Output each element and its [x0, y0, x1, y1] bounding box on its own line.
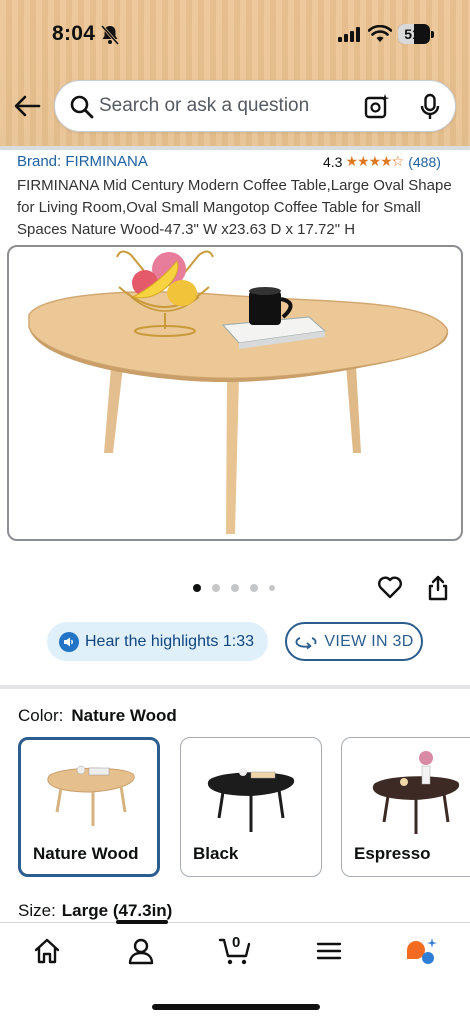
carousel-dot[interactable]: [212, 584, 220, 592]
size-selector-label: Size: Large (47.3in): [18, 901, 173, 920]
carousel-dot[interactable]: [231, 584, 239, 592]
rotate-3d-icon: [295, 636, 317, 649]
color-option-label: Black: [193, 844, 239, 863]
color-option-nature-wood[interactable]: Nature Wood: [18, 737, 160, 877]
menu-icon[interactable]: [314, 936, 344, 966]
cart-count: 0: [232, 934, 241, 951]
selected-color: Nature Wood: [71, 706, 177, 725]
espresso-table-thumbnail: [372, 751, 460, 834]
color-option-espresso[interactable]: Espresso: [341, 737, 470, 877]
image-carousel-dots[interactable]: [193, 584, 275, 592]
rufus-assistant-icon[interactable]: [404, 936, 438, 966]
brand-link[interactable]: Brand: FIRMINANA: [17, 153, 148, 170]
active-tab-indicator: [116, 920, 168, 924]
wifi-icon: [368, 25, 392, 42]
color-option-black[interactable]: Black: [180, 737, 322, 877]
audio-icon: [59, 631, 79, 652]
product-image[interactable]: [7, 245, 463, 541]
home-indicator: [152, 1004, 320, 1010]
battery-indicator: 51: [398, 24, 434, 44]
color-option-label: Espresso: [354, 844, 431, 863]
rating-value: 4.3: [323, 153, 343, 170]
view-in-3d-label: VIEW IN 3D: [324, 632, 414, 650]
share-icon[interactable]: [427, 575, 449, 601]
carousel-dot[interactable]: [193, 584, 201, 592]
carousel-dot[interactable]: [250, 584, 258, 592]
heart-icon[interactable]: [377, 575, 403, 599]
search-input[interactable]: Search or ask a question: [99, 95, 309, 117]
carousel-dot[interactable]: [269, 585, 275, 591]
back-arrow-icon[interactable]: [12, 92, 42, 120]
section-divider: [0, 685, 470, 689]
black-table-thumbnail: [207, 768, 295, 832]
bell-muted-icon: [100, 25, 120, 45]
star-rating-icon: ★★★★☆★: [345, 153, 404, 169]
account-icon[interactable]: [126, 936, 156, 966]
rating-summary[interactable]: 4.3 ★★★★☆★ (488): [323, 153, 441, 170]
microphone-icon[interactable]: [419, 93, 441, 121]
camera-lens-icon[interactable]: [363, 93, 391, 121]
hear-highlights-button[interactable]: Hear the highlights 1:33: [47, 622, 268, 661]
status-time: 8:04: [52, 22, 96, 45]
color-selector-label: Color: Nature Wood: [18, 706, 177, 725]
nature-wood-table-thumbnail: [47, 765, 135, 826]
header-divider: [0, 146, 470, 150]
rating-count: (488): [408, 153, 441, 170]
color-option-label: Nature Wood: [33, 844, 139, 863]
selected-size-detail: (47.3in): [112, 901, 173, 920]
hear-highlights-label: Hear the highlights 1:33: [85, 632, 254, 650]
home-icon[interactable]: [32, 936, 62, 966]
search-bar[interactable]: Search or ask a question: [54, 80, 456, 132]
cellular-signal-icon: [338, 26, 360, 42]
search-icon: [70, 95, 94, 119]
coffee-table-illustration: [28, 250, 449, 534]
selected-size: Large (47.3in): [61, 901, 173, 920]
view-in-3d-button[interactable]: VIEW IN 3D: [285, 622, 423, 661]
product-title: FIRMINANA Mid Century Modern Coffee Tabl…: [17, 177, 452, 238]
